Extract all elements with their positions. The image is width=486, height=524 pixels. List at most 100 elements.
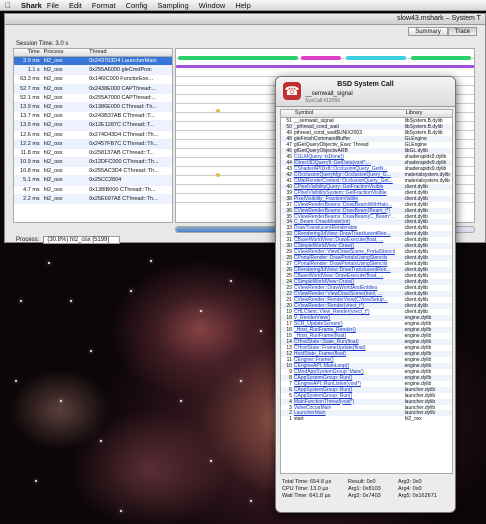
cell-time: 5.1 ms [23,177,40,184]
cell-thread: 0x243B37AB CThread::T... [89,113,155,120]
menu-bar:  Shark File Edit Format Config Sampling… [0,0,486,11]
column-header-process[interactable]: Process [42,49,87,56]
cell-time: 12.6 ms [20,131,40,138]
window-title: slow43.mshark – System T [397,15,481,22]
timeline-bar[interactable] [301,56,341,60]
table-row[interactable]: 10.9 ms hl2_osx 0x12DFC000 CThread::Th... [14,158,172,168]
arg4-value: Arg4: 0x0 [398,486,422,492]
process-select[interactable]: (30.8%) hl2_osx [5199] [43,236,121,244]
arg1-value: Arg1: 0x8103 [348,486,381,492]
table-row[interactable]: 3.9 ms hl2_osx 0x243703D4 LauncherMain [14,57,172,67]
cell-time: 2.2 ms [23,195,40,202]
menu-sampling[interactable]: Sampling [157,1,188,10]
menu-config[interactable]: Config [126,1,148,10]
menu-edit[interactable]: Edit [69,1,82,10]
star [20,300,22,302]
table-row[interactable]: 52.1 ms hl2_osx 0x255A7000 CAPThread:... [14,94,172,103]
cell-thread: 0x255A7000 CAPThread:... [89,94,157,101]
callstack-table[interactable]: Symbol Library 51 __semwait_signal libSyst… [280,109,453,474]
table-row[interactable]: 12.2 ms hl2_osx 0x2457FB7C CThread::Th... [14,139,172,149]
wait-time: Wait Time: 641.8 µs [282,493,331,499]
timeline-bar[interactable] [411,56,471,60]
cell-process: hl2_osx [43,186,63,193]
cell-time: 13.9 ms [20,103,40,110]
cell-time: 11.8 ms [20,149,40,156]
tab-summary[interactable]: Summary [408,26,448,36]
cell-process: hl2_osx [43,76,63,83]
menu-window[interactable]: Window [199,1,226,10]
cell-thread: 0x255A6000 gleCmdProc [89,67,152,74]
cell-process: hl2_osx [43,67,63,74]
menu-file[interactable]: File [47,1,59,10]
window-titlebar[interactable]: slow43.mshark – System T [5,14,485,25]
cell-time: 13.5 ms [20,122,40,129]
cell-thread: 0x243703D4 LauncherMain [89,58,157,64]
cell-symbol: start [293,416,304,423]
column-header-index[interactable] [281,110,293,117]
table-row[interactable]: 52.7 ms hl2_osx 0x2438E000 CAPThread:... [14,84,172,94]
table-row[interactable]: 10.8 ms hl2_osx 0x255AC3D4 CThread::Th... [14,167,172,177]
star [210,460,212,462]
cell-thread: 0x25E697A8 CThread::Th... [89,195,158,202]
cell-process: hl2_osx [43,149,63,156]
timeline-bar[interactable] [346,56,406,60]
star [230,280,232,282]
table-row[interactable]: 5.1 ms hl2_osx 0x25CC2804 [14,176,172,186]
table-row[interactable]: 11.8 ms hl2_osx 0x258137AB CThread::T... [14,149,172,159]
column-header-thread[interactable]: Thread [87,49,172,56]
apple-icon[interactable]:  [3,1,13,10]
timeline-bar[interactable] [178,56,298,60]
cell-process: hl2_osx [43,195,63,202]
panel-title: BSD System Call [337,81,394,88]
result-value: Result: 0x0 [348,479,376,485]
cell-time: 1.1 s [27,67,40,74]
cell-thread: 0x255AC3D4 CThread::Th... [89,168,159,175]
tab-trace[interactable]: Trace [447,26,477,36]
syscall-id: SysCall #12056 [305,98,341,104]
cell-time: 4.7 ms [23,186,40,193]
cell-thread: 0x25CC2804 [89,177,122,184]
panel-header: ☎ BSD System Call __semwait_signal SysCa… [276,77,455,107]
cell-process: hl2_osx [43,58,63,64]
table-row[interactable]: 4.7 ms hl2_osx 0x138IB000 CThread::Th... [14,186,172,195]
callstack-row[interactable]: 1 start hl2_osx [281,416,452,422]
cell-thread: 0x274D43D4 CThread::Th... [89,131,159,138]
menu-format[interactable]: Format [92,1,116,10]
cell-process: hl2_osx [43,122,63,129]
cell-process: hl2_osx [43,103,63,110]
cell-thread: 0x2457FB7C CThread::Th... [89,140,159,147]
cell-process: hl2_osx [43,159,63,166]
table-header: Time Process Thread [14,49,172,57]
star [48,262,50,264]
syscall-inspector-panel: ☎ BSD System Call __semwait_signal SysCa… [275,76,456,513]
process-selector-row: Process: (30.8%) hl2_osx [5199] [16,236,121,244]
thread-table[interactable]: Time Process Thread 3.9 ms hl2_osx 0x24370… [13,48,173,223]
app-menu[interactable]: Shark [21,1,42,10]
arg2-value: Arg2: 0x7403 [348,493,381,499]
star [70,300,72,302]
table-row[interactable]: 2.2 ms hl2_osx 0x25E697A8 CThread::Th... [14,194,172,204]
star [60,400,62,402]
table-row[interactable]: 13.5 ms hl2_osx 0x12E1287C CThread::T... [14,121,172,131]
cell-process: hl2_osx [43,140,63,147]
table-row[interactable]: 1.1 s hl2_osx 0x255A6000 gleCmdProc [14,66,172,76]
callstack-header: Symbol Library [281,110,452,118]
process-label: Process: [16,237,40,243]
column-header-library[interactable]: Library [404,110,452,117]
star [180,400,182,402]
menu-help[interactable]: Help [235,1,250,10]
table-row[interactable]: 13.7 ms hl2_osx 0x243B37AB CThread::T... [14,112,172,122]
callstack-body: 51 __semwait_signal libSystem.B.dylib 50 _pt… [281,118,452,422]
column-header-symbol[interactable]: Symbol [293,110,404,117]
cpu-time: CPU Time: 13.0 µs [282,486,329,492]
column-header-time[interactable]: Time [14,49,42,56]
table-row[interactable]: 12.6 ms hl2_osx 0x274D43D4 CThread::Th... [14,131,172,140]
star [260,330,262,332]
table-row[interactable]: 13.9 ms hl2_osx 0x1386E000 CThread::Th... [14,102,172,113]
timeline-marker[interactable] [216,173,220,177]
syscall-stats: Total Time: 654.8 µs CPU Time: 13.0 µs W… [280,478,453,510]
star [120,510,122,512]
timeline-bar[interactable] [176,65,474,68]
table-row[interactable]: 63.3 ms hl2_osx 0x146IC000 FunctorExe... [14,75,172,85]
syscall-name: __semwait_signal [305,91,353,97]
